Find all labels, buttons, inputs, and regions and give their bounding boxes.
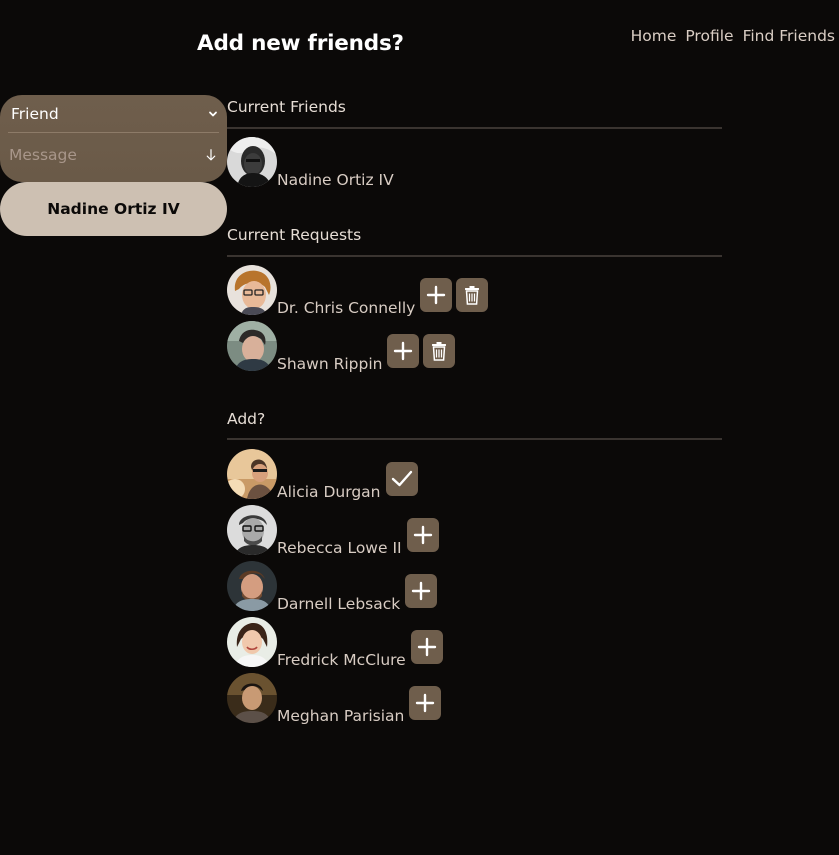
friend-name: Nadine Ortiz IV xyxy=(277,171,394,189)
plus-icon xyxy=(413,525,432,545)
selected-recipient-button[interactable]: Nadine Ortiz IV xyxy=(0,182,227,236)
message-compose-panel: Friend xyxy=(0,95,227,182)
request-row: Shawn Rippin xyxy=(227,321,456,373)
trash-icon xyxy=(432,342,447,361)
suggestion-name: Rebecca Lowe II xyxy=(277,539,402,557)
plus-icon xyxy=(394,341,413,361)
nav-home-link[interactable]: Home xyxy=(631,27,677,45)
nav-find-friends-link[interactable]: Find Friends xyxy=(743,27,835,45)
avatar xyxy=(227,561,277,611)
suggestion-name: Alicia Durgan xyxy=(277,483,381,501)
suggestion-name: Meghan Parisian xyxy=(277,707,405,725)
accept-request-button[interactable] xyxy=(387,334,420,368)
send-arrow-down-icon[interactable] xyxy=(205,146,217,164)
suggestion-row: Fredrick McClure xyxy=(227,617,443,669)
compose-divider xyxy=(8,132,219,133)
add-friend-button[interactable] xyxy=(405,574,438,608)
decline-request-button[interactable] xyxy=(456,278,489,312)
suggestion-name: Darnell Lebsack xyxy=(277,595,401,613)
chevron-down-icon xyxy=(209,111,217,116)
avatar xyxy=(227,265,277,315)
request-row: Dr. Chris Connelly xyxy=(227,265,489,317)
plus-icon xyxy=(417,637,436,657)
request-sent-button[interactable] xyxy=(385,462,418,496)
avatar xyxy=(227,321,277,371)
avatar xyxy=(227,673,277,723)
suggestion-row: Alicia Durgan xyxy=(227,449,418,501)
section-title-add: Add? xyxy=(227,410,266,428)
suggestion-row: Darnell Lebsack xyxy=(227,561,438,613)
avatar xyxy=(227,617,277,667)
section-divider xyxy=(227,438,722,440)
section-divider xyxy=(227,127,722,129)
plus-icon xyxy=(427,285,446,305)
suggestion-row: Meghan Parisian xyxy=(227,673,442,725)
message-input[interactable] xyxy=(9,146,205,164)
page-title: Add new friends? xyxy=(197,31,404,56)
request-name: Shawn Rippin xyxy=(277,355,383,373)
avatar xyxy=(227,137,277,187)
request-name: Dr. Chris Connelly xyxy=(277,299,416,317)
section-divider xyxy=(227,255,722,257)
suggestion-row: Rebecca Lowe II xyxy=(227,505,439,557)
trash-icon xyxy=(465,286,480,305)
recipient-type-select[interactable]: Friend xyxy=(0,95,227,132)
section-title-current-friends: Current Friends xyxy=(227,98,346,116)
decline-request-button[interactable] xyxy=(423,334,456,368)
section-title-current-requests: Current Requests xyxy=(227,226,362,244)
top-nav: Home Profile Find Friends xyxy=(622,27,835,45)
message-row xyxy=(0,140,227,170)
add-friend-button[interactable] xyxy=(409,686,442,720)
friend-row: Nadine Ortiz IV xyxy=(227,137,394,189)
check-icon xyxy=(391,470,412,487)
nav-profile-link[interactable]: Profile xyxy=(685,27,733,45)
plus-icon xyxy=(412,581,431,601)
plus-icon xyxy=(416,693,435,713)
accept-request-button[interactable] xyxy=(420,278,453,312)
add-friend-button[interactable] xyxy=(410,630,443,664)
select-value: Friend xyxy=(11,104,59,123)
suggestion-name: Fredrick McClure xyxy=(277,651,406,669)
avatar xyxy=(227,449,277,499)
add-friend-button[interactable] xyxy=(406,518,439,552)
avatar xyxy=(227,505,277,555)
